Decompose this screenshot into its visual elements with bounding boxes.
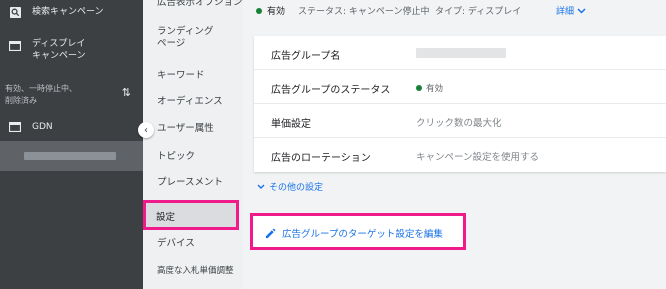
- edit-targeting-label: 広告グループのターゲット設定を編集: [282, 229, 443, 240]
- status-filter[interactable]: 有効、一時停止中、 削除済み ⇅: [0, 80, 143, 110]
- menu-item-keywords[interactable]: キーワード: [157, 70, 205, 82]
- sidebar-item-gdn[interactable]: GDN: [0, 118, 143, 136]
- menu-item-devices[interactable]: デバイス: [157, 238, 195, 250]
- status-dot-icon: [416, 85, 422, 91]
- details-toggle[interactable]: 詳細: [556, 4, 586, 17]
- more-settings-label: その他の設定: [269, 183, 324, 193]
- ad-group-settings-card: 広告グループ名 広告グループのステータス 有効 単価設定 クリック数の最大化 広…: [254, 36, 666, 172]
- campaign-status-text: ステータス: キャンペーン停止中: [298, 7, 430, 17]
- main-content: 有効 ステータス: キャンペーン停止中 タイプ: ディスプレイ 詳細 広告グルー…: [243, 0, 666, 289]
- menu-item-placements[interactable]: プレースメント: [157, 177, 223, 189]
- sidebar-item-label: GDN: [32, 122, 53, 132]
- row-label: 単価設定: [271, 119, 311, 130]
- menu-item-audiences[interactable]: オーディエンス: [157, 96, 223, 108]
- display-icon: [8, 121, 22, 133]
- edit-targeting-link[interactable]: 広告グループのターゲット設定を編集: [265, 226, 443, 240]
- campaign-sidebar: 検索キャンペーン ディスプレイ キャンペーン 有効、一時停止中、 削除済み ⇅ …: [0, 0, 143, 289]
- edit-targeting-highlight[interactable]: 広告グループのターゲット設定を編集: [250, 213, 466, 250]
- chevron-down-icon: [577, 7, 586, 14]
- menu-item-label: 設定: [156, 212, 176, 223]
- menu-item-landing-pages[interactable]: ランディング ページ: [157, 26, 213, 50]
- chevron-left-icon: ‹: [144, 124, 148, 136]
- campaign-type-text: タイプ: ディスプレイ: [435, 7, 522, 17]
- search-icon: [8, 6, 22, 18]
- settings-row-status[interactable]: 広告グループのステータス 有効: [254, 70, 666, 104]
- details-label: 詳細: [556, 7, 575, 17]
- menu-item-settings[interactable]: 設定: [143, 200, 239, 230]
- settings-row-ad-rotation[interactable]: 広告のローテーション キャンペーン設定を使用する: [254, 138, 666, 172]
- sidebar-item-display-campaign[interactable]: ディスプレイ キャンペーン: [0, 36, 143, 66]
- row-value: 有効: [416, 82, 443, 94]
- sidebar-item-label: ディスプレイ キャンペーン: [32, 39, 86, 61]
- more-settings-toggle[interactable]: その他の設定: [257, 180, 323, 193]
- settings-row-bidding[interactable]: 単価設定 クリック数の最大化: [254, 104, 666, 138]
- sort-arrows-icon[interactable]: ⇅: [122, 86, 131, 99]
- menu-item-ad-extensions[interactable]: 広告表示オプション: [157, 0, 243, 9]
- page-menu: 広告表示オプション ランディング ページ キーワード オーディエンス ユーザー属…: [143, 0, 243, 289]
- sidebar-item-search-campaign[interactable]: 検索キャンペーン: [0, 4, 143, 20]
- row-value: キャンペーン設定を使用する: [416, 152, 540, 163]
- sidebar-item-label: 検索キャンペーン: [32, 7, 104, 17]
- redacted-ad-group-name: [24, 152, 116, 160]
- menu-item-advanced-bid-adjustments[interactable]: 高度な入札単価調整: [157, 265, 234, 277]
- row-value: クリック数の最大化: [416, 118, 502, 129]
- menu-item-topics[interactable]: トピック: [157, 151, 195, 163]
- pencil-icon: [265, 228, 276, 238]
- row-label: 広告グループのステータス: [271, 85, 391, 96]
- campaign-status-bar: 有効 ステータス: キャンペーン停止中 タイプ: ディスプレイ 詳細: [243, 0, 666, 20]
- collapse-sidebar-button[interactable]: ‹: [138, 122, 154, 138]
- display-icon: [8, 40, 22, 52]
- settings-row-name[interactable]: 広告グループ名: [254, 36, 666, 70]
- row-label: 広告のローテーション: [271, 153, 371, 164]
- menu-item-demographics[interactable]: ユーザー属性: [157, 123, 214, 135]
- status-dot-icon: [256, 7, 262, 14]
- filter-label: 有効、一時停止中、 削除済み: [5, 84, 77, 105]
- chevron-down-icon: [257, 184, 265, 189]
- sidebar-item-ad-group-selected[interactable]: [0, 141, 143, 171]
- status-badge: 有効: [256, 4, 285, 17]
- status-text: 有効: [267, 7, 286, 17]
- status-value-text: 有効: [426, 84, 444, 94]
- row-label: 広告グループ名: [271, 51, 341, 62]
- redacted-ad-group-name: [416, 48, 506, 58]
